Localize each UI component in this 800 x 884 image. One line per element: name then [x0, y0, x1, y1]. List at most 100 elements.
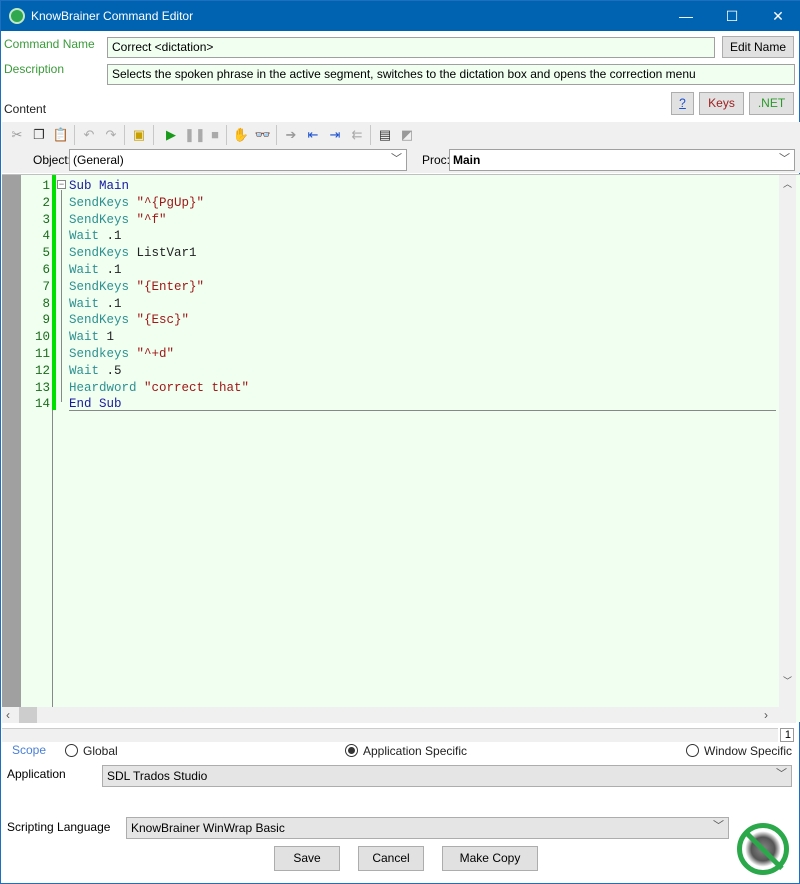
status-bar: [2, 728, 778, 742]
line-number: 7: [42, 279, 50, 294]
code-line[interactable]: Sub Main: [69, 179, 129, 193]
save-button[interactable]: Save: [274, 846, 340, 871]
code-token: "correct that": [144, 380, 250, 395]
scroll-up-icon[interactable]: ︿: [783, 177, 792, 190]
code-line[interactable]: Wait 1: [69, 330, 114, 344]
close-button[interactable]: ✕: [755, 1, 800, 31]
redo-icon[interactable]: ↷: [102, 126, 120, 144]
edit-name-button[interactable]: Edit Name: [722, 36, 794, 58]
command-editor-window: KnowBrainer Command Editor — ☐ ✕ Command…: [0, 0, 800, 884]
code-line[interactable]: Sendkeys "^+d": [69, 347, 174, 361]
make-copy-button[interactable]: Make Copy: [442, 846, 538, 871]
code-line[interactable]: SendKeys "{Esc}": [69, 313, 189, 327]
object-dropdown[interactable]: (General) ﹀: [69, 149, 407, 171]
code-token: Heardword: [69, 380, 145, 395]
code-token: Sendkeys: [69, 347, 137, 361]
scrollbar-thumb[interactable]: [19, 707, 37, 723]
code-line[interactable]: Wait .1: [69, 263, 122, 277]
code-token: "^+d": [136, 347, 175, 361]
scope-application-label[interactable]: Application Specific: [363, 744, 467, 758]
pause-icon[interactable]: ❚❚: [184, 126, 206, 144]
step-into-icon[interactable]: ➔: [282, 126, 300, 144]
scope-window-radio[interactable]: [686, 744, 699, 757]
scroll-left-icon[interactable]: ‹: [6, 708, 10, 722]
code-line[interactable]: Wait .1: [69, 297, 122, 311]
code-line[interactable]: Heardword "correct that": [69, 381, 249, 395]
browse-icon[interactable]: ◩: [398, 126, 416, 144]
code-token: End Sub: [69, 397, 122, 412]
scroll-right-icon[interactable]: ›: [764, 708, 768, 722]
application-dropdown[interactable]: SDL Trados Studio ﹀: [102, 765, 792, 787]
line-number: 3: [42, 212, 50, 227]
chevron-down-icon: ﹀: [776, 768, 787, 780]
net-button[interactable]: .NET: [749, 92, 794, 115]
margin-line: [52, 410, 53, 707]
paste-icon[interactable]: 📋: [52, 126, 70, 144]
cut-icon[interactable]: ✂: [8, 126, 26, 144]
horizontal-scrollbar[interactable]: ‹ ›: [2, 707, 796, 723]
code-line[interactable]: SendKeys "{Enter}": [69, 280, 204, 294]
proc-dropdown[interactable]: Main ﹀: [449, 149, 795, 171]
prohibited-slash: [743, 829, 784, 871]
code-token: ListVar1: [136, 246, 197, 261]
procedure-separator: [69, 410, 776, 411]
code-line[interactable]: Wait .5: [69, 364, 122, 378]
code-editor[interactable]: − 1 Sub Main 2 SendKeys "^{PgUp}" 3 SendKeys …: [2, 174, 800, 723]
line-number: 5: [42, 246, 50, 261]
code-token: SendKeys: [69, 246, 137, 261]
references-icon[interactable]: ▣: [130, 126, 148, 144]
scope-global-radio[interactable]: [65, 744, 78, 757]
toggle-breakpoint-icon[interactable]: ✋: [232, 126, 250, 144]
code-line[interactable]: SendKeys ListVar1: [69, 246, 197, 260]
scripting-language-value: KnowBrainer WinWrap Basic: [131, 821, 285, 835]
code-token: SendKeys: [69, 195, 137, 210]
microphone-off-icon[interactable]: [737, 823, 789, 875]
copy-icon[interactable]: ❐: [30, 126, 48, 144]
code-token: Wait: [69, 330, 107, 345]
application-value: SDL Trados Studio: [107, 769, 208, 783]
code-token: Wait: [69, 296, 107, 311]
code-token: SendKeys: [69, 212, 137, 227]
code-token: 1: [106, 330, 115, 345]
description-field[interactable]: Selects the spoken phrase in the active …: [107, 64, 795, 85]
code-line[interactable]: Wait .1: [69, 229, 122, 243]
command-name-field[interactable]: Correct <dictation>: [107, 37, 715, 58]
step-to-cursor-icon[interactable]: ⇇: [348, 126, 366, 144]
code-line[interactable]: End Sub: [69, 397, 122, 411]
scope-window-label[interactable]: Window Specific: [704, 744, 792, 758]
scroll-down-icon[interactable]: ﹀: [783, 674, 792, 687]
window-title: KnowBrainer Command Editor: [31, 9, 194, 23]
maximize-button[interactable]: ☐: [709, 1, 755, 31]
help-button[interactable]: ?: [671, 92, 694, 115]
stop-icon[interactable]: ■: [206, 126, 224, 144]
line-number: 14: [34, 397, 50, 412]
run-icon[interactable]: ▶: [162, 126, 180, 144]
quick-watch-icon[interactable]: 👓: [254, 126, 272, 144]
line-number: 8: [42, 296, 50, 311]
proc-label: Proc:: [422, 153, 451, 167]
chevron-down-icon: ﹀: [713, 820, 724, 832]
scope-global-label[interactable]: Global: [83, 744, 118, 758]
minimize-button[interactable]: —: [663, 1, 709, 31]
vertical-scrollbar[interactable]: ︿ ﹀: [779, 175, 796, 707]
scope-application-radio[interactable]: [345, 744, 358, 757]
line-number: 13: [34, 380, 50, 395]
code-token: "{Enter}": [136, 279, 205, 294]
cancel-button[interactable]: Cancel: [358, 846, 424, 871]
code-line[interactable]: SendKeys "^f": [69, 213, 167, 227]
object-value: (General): [73, 153, 124, 167]
code-line[interactable]: SendKeys "^{PgUp}": [69, 196, 204, 210]
step-over-icon[interactable]: ⇤: [304, 126, 322, 144]
undo-icon[interactable]: ↶: [80, 126, 98, 144]
userdialog-editor-icon[interactable]: ▤: [376, 126, 394, 144]
separator: [124, 125, 125, 145]
line-number: 1: [42, 179, 50, 193]
step-out-icon[interactable]: ⇥: [326, 126, 344, 144]
description-label: Description: [4, 62, 65, 76]
proc-value: Main: [453, 153, 481, 167]
keys-button[interactable]: Keys: [699, 92, 744, 115]
collapse-icon[interactable]: −: [57, 180, 66, 189]
scripting-language-dropdown[interactable]: KnowBrainer WinWrap Basic ﹀: [126, 817, 729, 839]
breakpoint-gutter[interactable]: [2, 175, 21, 707]
code-token: .1: [106, 263, 122, 277]
